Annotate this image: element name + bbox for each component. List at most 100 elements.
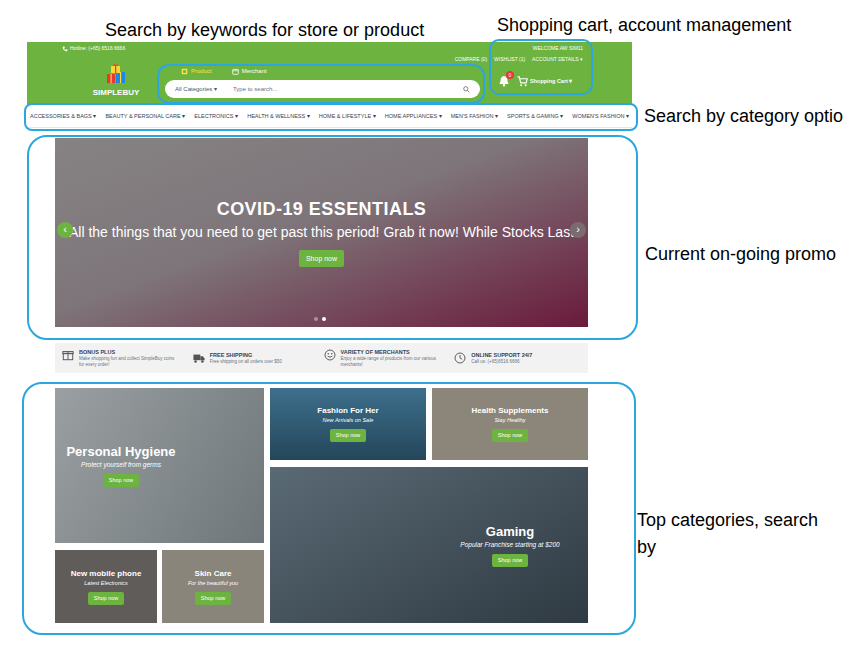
- search-tab[interactable]: Merchant: [232, 67, 267, 75]
- cart-icon: [517, 76, 528, 87]
- feature-text: VARIETY OF MERCHANTSEnjoy a wide range o…: [341, 349, 441, 368]
- shop-now-button[interactable]: Shop now: [492, 554, 528, 567]
- category-tile[interactable]: Fashion For HerNew Arrivals on Sale Shop …: [270, 388, 426, 460]
- search-input[interactable]: [233, 85, 463, 94]
- hotline: Hotline: (+65) 6516 6666: [62, 45, 125, 52]
- annotation-outline: [157, 64, 485, 104]
- category-menu-item[interactable]: WOMEN'S FASHION ▾: [572, 112, 629, 120]
- search-tab[interactable]: Product: [181, 67, 212, 75]
- feature-text: FREE SHIPPINGFree shipping on all orders…: [210, 352, 282, 365]
- shop-now-button[interactable]: Shop now: [103, 474, 139, 487]
- shop-now-button[interactable]: Shop now: [330, 429, 366, 442]
- tile-content: Health SupplementsStay Healthy Shop now: [432, 388, 588, 460]
- category-menu-item[interactable]: MEN'S FASHION ▾: [451, 112, 498, 120]
- tiles-top-row: Fashion For HerNew Arrivals on Sale Shop …: [270, 388, 588, 460]
- next-slide-button[interactable]: ›: [570, 222, 586, 238]
- category-tile[interactable]: GamingPopular Franchise starting at $200…: [270, 467, 588, 623]
- tile-subtitle: Stay Healthy: [494, 417, 525, 424]
- tiles-right-column: Fashion For HerNew Arrivals on Sale Shop …: [270, 388, 588, 623]
- shop-now-button[interactable]: Shop now: [88, 592, 124, 605]
- feature-item: FREE SHIPPINGFree shipping on all orders…: [193, 352, 320, 365]
- notification-badge: 0: [506, 71, 514, 79]
- tile-content: New mobile phoneLatest ElectronicsShop n…: [55, 550, 157, 623]
- tile-subtitle: Popular Franchise starting at $200: [460, 541, 559, 549]
- tile-content: GamingPopular Franchise starting at $200…: [440, 467, 580, 623]
- category-menu-item[interactable]: HOME APPLIANCES ▾: [385, 112, 442, 120]
- notification-bell[interactable]: 0: [498, 75, 510, 87]
- category-menu-item[interactable]: ACCESSORIES & BAGS ▾: [30, 112, 96, 120]
- feature-description: Make shopping fun and collect SimpleBuy …: [79, 356, 179, 368]
- feature-item: ONLINE SUPPORT 24/7Call us: (+65)6516 66…: [454, 352, 581, 365]
- product-icon: [181, 68, 188, 75]
- search-tabs: Product Merchant: [165, 65, 480, 77]
- banner-subtitle: All the things that you need to get past…: [69, 223, 574, 242]
- shop-now-button[interactable]: Shop now: [492, 429, 528, 442]
- truck-icon: [193, 352, 205, 364]
- feature-title: FREE SHIPPING: [210, 352, 282, 359]
- top-link[interactable]: WISHLIST (1): [494, 56, 525, 63]
- shopping-cart[interactable]: Shopping Cart ▾: [517, 76, 572, 87]
- prev-slide-button[interactable]: ‹: [57, 222, 73, 238]
- feature-text: BONUS PLUSMake shopping fun and collect …: [79, 349, 179, 368]
- annotation-label: Search by category optio: [644, 105, 843, 127]
- tiles-left-column: Personal HygieneProtect yourself from ge…: [55, 388, 264, 623]
- tile-subtitle: For the beautiful you: [188, 580, 238, 587]
- category-tile[interactable]: Personal HygieneProtect yourself from ge…: [55, 388, 264, 543]
- slide-dots: [314, 317, 326, 321]
- top-link[interactable]: COMPARE (0): [455, 56, 487, 63]
- search-group: Product Merchant All Categories ▾: [165, 62, 480, 98]
- header-top-row: Hotline: (+65) 6516 6666 WELCOME AW SIM1…: [27, 42, 632, 62]
- cart-area: 0 Shopping Cart ▾: [498, 62, 572, 87]
- category-tile[interactable]: Skin CareFor the beautiful youShop now: [162, 550, 264, 623]
- category-tile[interactable]: Health SupplementsStay Healthy Shop now: [432, 388, 588, 460]
- feature-item: VARIETY OF MERCHANTSEnjoy a wide range o…: [324, 349, 451, 368]
- category-menu-item[interactable]: ELECTRONICS ▾: [194, 112, 238, 120]
- tile-title: Fashion For Her: [317, 406, 378, 416]
- category-tiles: Personal HygieneProtect yourself from ge…: [55, 388, 588, 623]
- shop-now-button[interactable]: Shop now: [195, 592, 231, 605]
- category-nav: ACCESSORIES & BAGS ▾ BEAUTY & PERSONAL CA…: [27, 105, 632, 128]
- annotation-outline: [489, 39, 593, 95]
- promo-banner: COVID-19 ESSENTIALS All the things that …: [55, 138, 588, 327]
- annotated-screenshot: Hotline: (+65) 6516 6666 WELCOME AW SIM1…: [0, 0, 852, 648]
- tile-content: Skin CareFor the beautiful youShop now: [162, 550, 264, 623]
- search-tab-label: Merchant: [242, 67, 267, 75]
- store-icon: [232, 68, 239, 75]
- top-link[interactable]: ACCOUNT DETAILS ▾: [532, 56, 583, 63]
- site-header: Hotline: (+65) 6516 6666 WELCOME AW SIM1…: [27, 42, 632, 105]
- category-menu-item[interactable]: SPORTS & GAMING ▾: [507, 112, 563, 120]
- category-menu-item[interactable]: BEAUTY & PERSONAL CARE ▾: [105, 112, 185, 120]
- header-main-row: SIMPLEBUY Product Merchant All Categories…: [27, 62, 632, 105]
- slide-dot[interactable]: [314, 317, 318, 321]
- phone-icon: [62, 46, 68, 52]
- gift-boxes-icon: [105, 63, 127, 85]
- logo[interactable]: SIMPLEBUY: [92, 62, 140, 98]
- shop-now-button[interactable]: Shop now: [299, 250, 344, 267]
- tile-title: Gaming: [486, 524, 534, 540]
- search-tab-label: Product: [191, 67, 212, 75]
- magnifier-icon[interactable]: [463, 86, 470, 93]
- slide-dot[interactable]: [322, 317, 326, 321]
- feature-title: BONUS PLUS: [79, 349, 179, 356]
- category-select[interactable]: All Categories ▾: [175, 85, 227, 93]
- feature-description: Enjoy a wide range of products from our …: [341, 356, 441, 368]
- smiley-icon: [324, 349, 336, 361]
- feature-title: VARIETY OF MERCHANTS: [341, 349, 441, 356]
- tile-subtitle: New Arrivals on Sale: [323, 417, 374, 424]
- tile-content: Personal HygieneProtect yourself from ge…: [61, 388, 181, 543]
- hotline-text: Hotline: (+65) 6516 6666: [70, 45, 125, 52]
- banner-title: COVID-19 ESSENTIALS: [217, 198, 427, 220]
- category-menu-item[interactable]: HOME & LIFESTYLE ▾: [319, 112, 376, 120]
- top-links: COMPARE (0) WISHLIST (1) ACCOUNT DETAILS ▾: [455, 56, 583, 63]
- account-links: WELCOME AW SIM11 COMPARE (0)WISHLIST (1)…: [455, 45, 583, 63]
- annotation-label: Search by keywords for store or product: [105, 19, 424, 41]
- tile-subtitle: Protect yourself from germs: [81, 461, 161, 469]
- category-tile[interactable]: New mobile phoneLatest ElectronicsShop n…: [55, 550, 157, 623]
- tile-title: Health Supplements: [472, 406, 549, 416]
- annotation-label: Top categories, search by: [637, 507, 837, 561]
- category-menu-item[interactable]: HEALTH & WELLNESS ▾: [247, 112, 310, 120]
- feature-text: ONLINE SUPPORT 24/7Call us: (+65)6516 66…: [471, 352, 532, 365]
- annotation-outline: [24, 103, 638, 131]
- tiles-small-row: New mobile phoneLatest ElectronicsShop n…: [55, 550, 264, 623]
- logo-text: SIMPLEBUY: [93, 88, 140, 98]
